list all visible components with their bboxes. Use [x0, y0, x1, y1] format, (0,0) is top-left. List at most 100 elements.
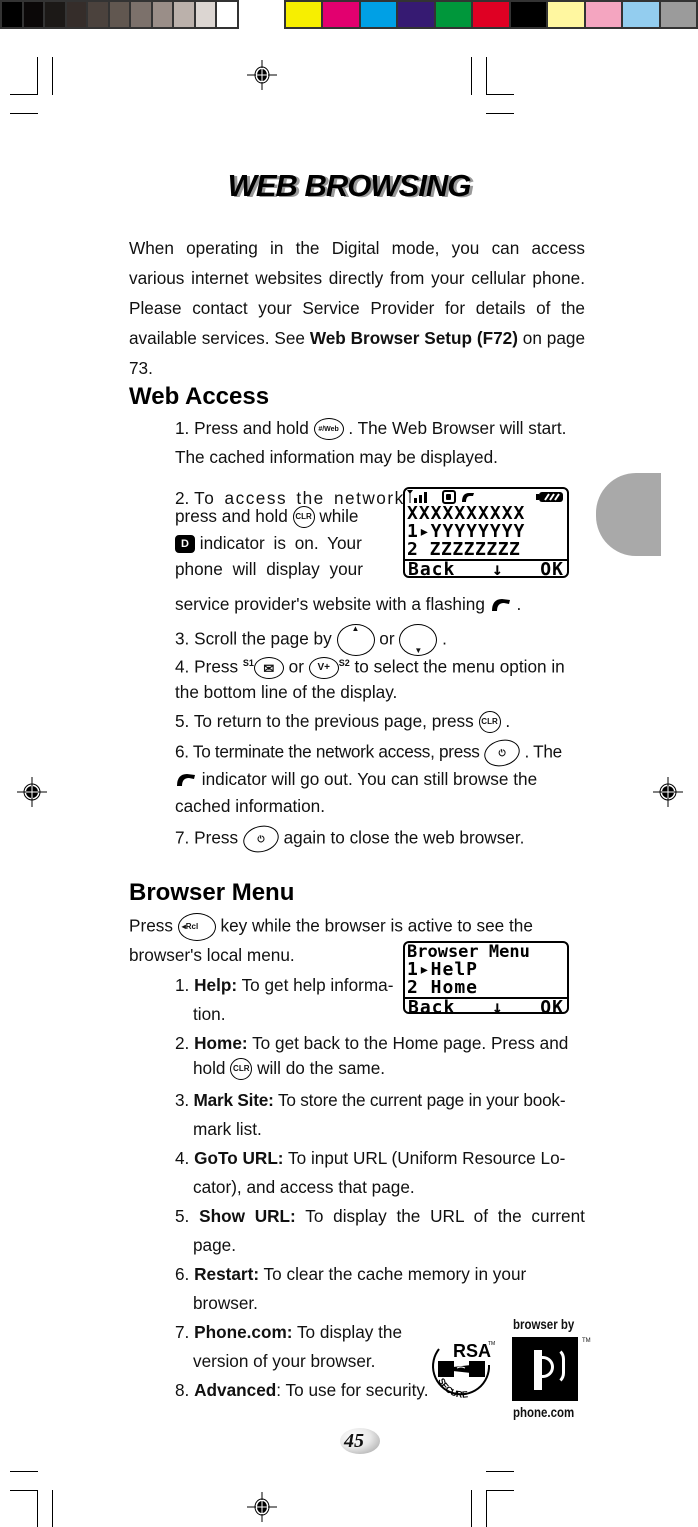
menu-item-mark-site: 3. Mark Site: To store the current page …	[175, 1090, 566, 1110]
web-step-1-cont: The cached information may be displayed.	[175, 447, 498, 467]
lcd-status-row	[405, 489, 567, 505]
color-swatch	[2, 2, 22, 27]
lcd-softkeys: Back ↓ OK	[405, 997, 567, 1014]
menu-item-goto-url: 4. GoTo URL: To input URL (Uniform Resou…	[175, 1148, 565, 1168]
step-text: To terminate the network access, press	[192, 741, 480, 762]
step-text: service provider's website with a flashi…	[175, 594, 485, 614]
step-text: while	[319, 506, 359, 526]
rsa-secure-logo: RSA TM SECURE	[432, 1341, 495, 1400]
color-swatch	[623, 2, 659, 27]
crop-mark	[52, 57, 53, 95]
scroll-down-key-icon: ▼	[399, 624, 438, 656]
clr-key-icon: CLR	[292, 506, 315, 529]
menu-item-phone-com: 7. Phone.com: To display the	[175, 1322, 402, 1342]
item-label: GoTo URL:	[194, 1148, 284, 1168]
crop-mark	[10, 94, 38, 95]
step-number: 5.	[175, 711, 190, 731]
step-text: again to close the web browser.	[283, 827, 525, 848]
crop-mark	[486, 57, 487, 95]
color-swatch	[660, 2, 696, 27]
clr-key-icon: CLR	[230, 1058, 253, 1081]
crop-mark	[486, 113, 514, 114]
menu-item-goto-url-cont: cator), and access that page.	[193, 1177, 415, 1197]
item-number: 6.	[175, 1264, 190, 1284]
step-text: or	[288, 656, 304, 677]
color-swatch	[109, 2, 130, 27]
lcd-screen-browser-menu: Browser Menu 1▸HelP 2 Home Back ↓ OK	[403, 941, 569, 1014]
menu-item-advanced: 8. Advanced: To use for security.	[175, 1380, 428, 1400]
color-swatch	[88, 2, 108, 27]
menu-item-show-url-cont: page.	[193, 1235, 237, 1255]
clr-key-icon: CLR	[478, 711, 501, 734]
grayscale-color-bar	[0, 0, 239, 29]
handset-icon	[462, 493, 474, 502]
handset-icon	[491, 599, 510, 612]
section-tab	[596, 473, 661, 556]
color-swatch	[195, 2, 216, 27]
phone-com-tm: TM	[582, 1338, 591, 1344]
scroll-up-key-icon: ▲	[336, 624, 375, 656]
menu-item-help: 1. Help: To get help informa-	[175, 975, 393, 995]
menu-item-restart: 6. Restart: To clear the cache memory in…	[175, 1264, 526, 1284]
softkey-2-label: S2	[338, 658, 350, 668]
web-step-2-cont: D indicator is on. Your	[175, 533, 362, 554]
browser-menu-intro-cont: browser's local menu.	[129, 945, 295, 965]
item-number: 1.	[175, 975, 190, 995]
step-number: 7.	[175, 827, 190, 848]
page-title: WEB BROWSING	[227, 168, 472, 203]
crop-mark	[10, 1490, 38, 1491]
softkey-down: ↓	[491, 559, 504, 578]
web-step-6-cont: cached information.	[175, 796, 325, 816]
intro-reference: Web Browser Setup (F72)	[309, 328, 518, 348]
step-text: . The Web Browser will start.	[348, 418, 567, 438]
browser-menu-heading: Browser Menu	[129, 879, 295, 906]
svg-text:SECURE: SECURE	[436, 1377, 468, 1400]
menu-item-help-cont: tion.	[193, 1004, 226, 1024]
item-text: To store the current page in your book-	[277, 1090, 566, 1110]
color-swatch	[174, 2, 194, 27]
color-swatch	[23, 2, 44, 27]
step-text: indicator will go out. You can still bro…	[201, 769, 538, 789]
web-step-6-cont: indicator will go out. You can still bro…	[175, 769, 537, 789]
volume-up-key-icon: V+	[308, 657, 339, 680]
softkey-1-label: S1	[242, 658, 254, 668]
step-text: to select the menu option in	[354, 656, 565, 677]
menu-item-mark-site-cont: mark list.	[193, 1119, 262, 1139]
color-swatch	[473, 2, 509, 27]
step-text: or	[379, 628, 395, 649]
item-text: hold	[193, 1058, 226, 1078]
color-swatch	[217, 2, 238, 27]
color-swatch	[510, 2, 547, 27]
process-color-bar	[284, 0, 698, 29]
item-label: Home:	[194, 1033, 248, 1053]
crop-mark	[486, 1490, 487, 1527]
item-label: Help:	[194, 975, 238, 995]
item-text: To display the	[296, 1322, 403, 1342]
registration-mark-icon	[247, 1492, 277, 1522]
softkey-down: ↓	[491, 997, 504, 1014]
crop-mark	[37, 1490, 38, 1527]
intro-text: key while the browser is active to see t…	[220, 915, 533, 936]
lcd-screen-web: XXXXXXXXXX 1▸YYYYYYYY 2 ZZZZZZZZ Back ↓ …	[403, 487, 569, 578]
softkey-ok: OK	[540, 559, 564, 578]
color-swatch	[360, 2, 397, 27]
battery-icon	[536, 492, 563, 502]
item-text: To get help informa-	[241, 975, 394, 995]
item-label: Advanced	[194, 1380, 277, 1400]
browser-menu-intro: Press ◂Rcl key while the browser is acti…	[129, 913, 533, 941]
color-swatch	[435, 2, 472, 27]
color-swatch	[131, 2, 151, 27]
crop-mark	[486, 94, 514, 95]
phone-com-logo	[512, 1337, 578, 1401]
item-text: will do the same.	[257, 1058, 386, 1078]
step-text: . The	[524, 741, 563, 762]
svg-text:TM: TM	[488, 1341, 495, 1347]
step-number: 2.	[175, 488, 190, 508]
step-text: Press	[194, 827, 239, 848]
intro-paragraph: When operating in the Digital mode, you …	[129, 233, 585, 383]
web-step-5: 5. To return to the previous page, press…	[175, 711, 510, 734]
menu-item-show-url: 5. Show URL: To display the URL of the c…	[175, 1206, 585, 1226]
item-text: : To use for security.	[276, 1380, 429, 1400]
step-text: Press	[194, 656, 239, 677]
crop-mark	[471, 57, 472, 95]
